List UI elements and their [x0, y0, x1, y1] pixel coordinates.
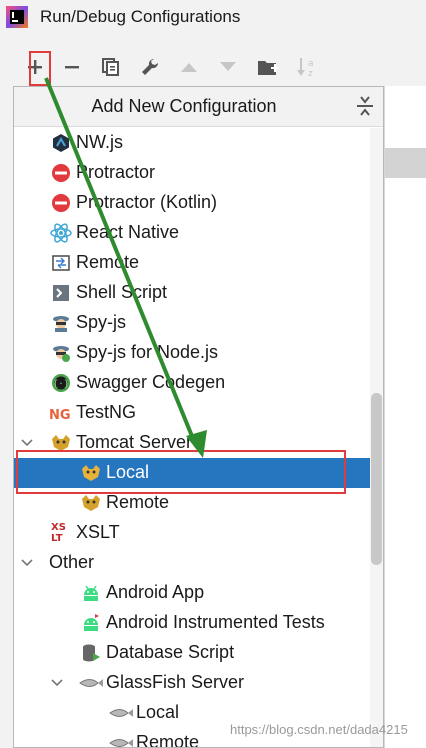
edit-templates-button[interactable]	[137, 54, 163, 80]
panel-selection-band	[385, 148, 426, 178]
shell-icon	[50, 282, 72, 304]
list-item-spy-js[interactable]: Spy-js	[14, 308, 370, 338]
list-item-database-script[interactable]: Database Script	[14, 638, 370, 668]
svg-text:z: z	[308, 69, 313, 78]
protractor-icon	[50, 192, 72, 214]
move-up-button[interactable]	[176, 54, 202, 80]
list-item-glassfish-server[interactable]: GlassFish Server	[14, 668, 370, 698]
list-item-shell-script[interactable]: Shell Script	[14, 278, 370, 308]
copy-icon	[102, 58, 119, 76]
popup-header: Add New Configuration	[14, 87, 383, 127]
list-item-android-instrumented-tests[interactable]: Android Instrumented Tests	[14, 608, 370, 638]
list-item-swagger-codegen[interactable]: {·} Swagger Codegen	[14, 368, 370, 398]
list-item-xslt[interactable]: XS LT XSLT	[14, 518, 370, 548]
chevron-down-icon[interactable]	[50, 676, 64, 690]
remove-icon	[65, 66, 79, 69]
protractor-icon	[50, 162, 72, 184]
configuration-type-list: NW.js Protractor Protractor (Kotlin) Rea…	[14, 128, 383, 747]
chevron-down-icon[interactable]	[20, 556, 34, 570]
move-up-icon	[181, 63, 197, 72]
svg-text:a: a	[308, 59, 314, 69]
remote-icon	[50, 252, 72, 274]
collapse-all-icon[interactable]	[355, 95, 375, 117]
list-item-testng[interactable]: NG TestNG	[14, 398, 370, 428]
list-item-protractor[interactable]: Protractor	[14, 158, 370, 188]
svg-text:XS: XS	[51, 522, 66, 533]
react-icon	[50, 222, 72, 244]
list-scrollbar-thumb[interactable]	[371, 393, 382, 565]
svg-text:{·}: {·}	[53, 380, 69, 390]
testng-icon: NG	[48, 402, 74, 424]
spyjs-icon	[50, 312, 72, 334]
wrench-icon	[142, 58, 159, 75]
new-folder-button[interactable]	[255, 54, 281, 80]
add-button-annotation-box	[29, 51, 51, 86]
android-test-icon	[80, 612, 102, 634]
popup-title: Add New Configuration	[91, 96, 277, 116]
window-title: Run/Debug Configurations	[40, 7, 241, 26]
tomcat-icon	[80, 492, 102, 514]
list-item-remote[interactable]: Remote	[14, 248, 370, 278]
list-item-react-native[interactable]: React Native	[14, 218, 370, 248]
glassfish-icon	[108, 732, 134, 747]
remove-button[interactable]	[59, 54, 85, 80]
move-down-button[interactable]	[215, 54, 241, 80]
add-configuration-popup: Add New Configuration NW.js Protractor P…	[13, 86, 384, 748]
svg-text:NG: NG	[49, 408, 71, 423]
list-item-nwjs[interactable]: NW.js	[14, 128, 370, 158]
spyjs-node-icon	[50, 342, 72, 364]
sort-alpha-icon: az	[297, 58, 314, 78]
svg-text:LT: LT	[51, 533, 63, 544]
android-icon	[80, 582, 102, 604]
database-icon	[80, 642, 102, 664]
sort-button[interactable]: az	[294, 54, 320, 80]
list-item-protractor-kotlin[interactable]: Protractor (Kotlin)	[14, 188, 370, 218]
list-item-other[interactable]: Other	[14, 548, 370, 578]
xslt-icon: XS LT	[50, 521, 72, 544]
swagger-icon: {·}	[50, 372, 72, 394]
config-toolbar: az	[0, 50, 426, 86]
move-down-icon	[220, 62, 236, 71]
list-item-spy-js-node[interactable]: Spy-js for Node.js	[14, 338, 370, 368]
title-bar: Run/Debug Configurations	[0, 0, 426, 36]
watermark-text: https://blog.csdn.net/dada4215	[230, 722, 408, 737]
local-item-annotation-box	[16, 450, 346, 494]
nwjs-icon	[50, 132, 72, 154]
configurations-panel	[384, 86, 426, 748]
intellij-app-icon	[6, 6, 28, 28]
chevron-down-icon[interactable]	[20, 436, 34, 450]
copy-button[interactable]	[98, 54, 124, 80]
glassfish-icon	[78, 672, 104, 694]
list-item-android-app[interactable]: Android App	[14, 578, 370, 608]
glassfish-icon	[108, 702, 134, 724]
new-folder-icon	[258, 61, 279, 75]
